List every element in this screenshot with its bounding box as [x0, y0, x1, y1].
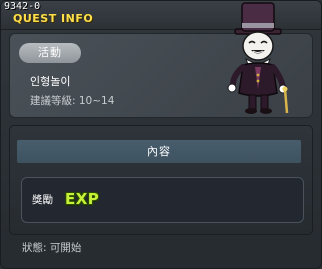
exp-reward-icon[interactable]: EXP — [65, 189, 99, 209]
quest-level-requirement: 建議等級: 10~14 — [30, 95, 115, 107]
reward-label: 獎勵 — [32, 194, 53, 206]
window-title: QUEST INFO — [13, 12, 94, 25]
quest-name: 인형놀이 — [30, 75, 71, 88]
content-section-header: 內容 — [17, 140, 301, 163]
reward-box — [21, 177, 304, 223]
quest-status: 狀態: 可開始 — [22, 242, 82, 254]
quest-category-badge: 活動 — [19, 43, 81, 63]
top-hat-doll-npc-icon — [227, 2, 289, 114]
quest-info-window: 9342-0 QUEST INFO 活動 인형놀이 建議等級: 10~14 內容… — [0, 0, 322, 269]
quest-id: 9342-0 — [4, 1, 41, 12]
